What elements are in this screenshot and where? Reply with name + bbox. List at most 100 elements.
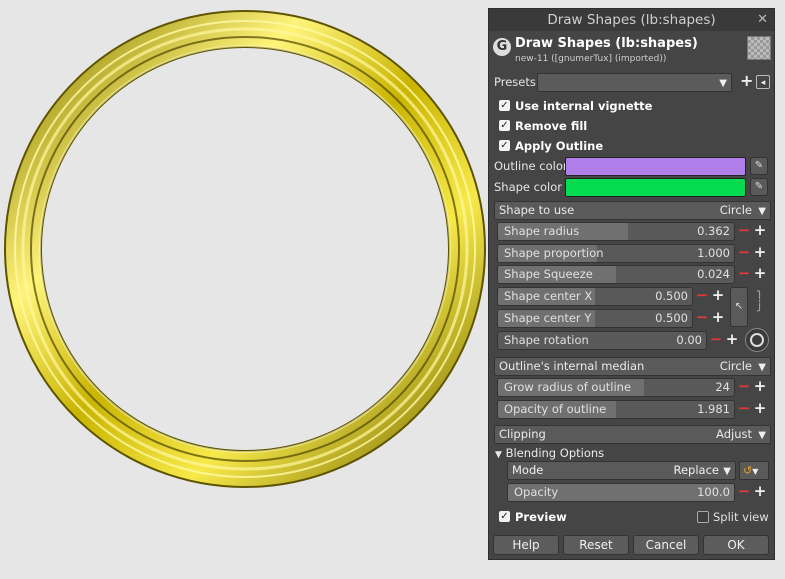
eyedropper-icon[interactable]: ✎ (750, 178, 768, 196)
slider-label: Shape radius (504, 224, 580, 238)
outline-color-label: Outline color (494, 159, 568, 173)
increase-icon[interactable]: + (753, 484, 767, 500)
checkbox-checked-icon[interactable]: ✓ (499, 120, 510, 131)
increase-icon[interactable]: + (753, 266, 767, 282)
presets-label: Presets: (494, 75, 540, 89)
slider-value: 0.500 (655, 289, 688, 303)
chevron-down-icon: ▼ (723, 466, 731, 477)
slider-label: Shape center X (504, 289, 593, 303)
checkbox-checked-icon[interactable]: ✓ (499, 100, 510, 111)
image-canvas[interactable] (0, 0, 488, 576)
rotation-dial-icon[interactable] (745, 328, 769, 352)
blend-mode-dropdown[interactable]: Mode Replace ▼ (507, 461, 736, 480)
chevron-down-icon: ▼ (719, 78, 727, 89)
chevron-down-icon: ▼ (758, 206, 766, 217)
shape-color-swatch[interactable] (565, 178, 746, 197)
chevron-down-icon: ▼ (758, 362, 766, 373)
checkbox-checked-icon[interactable]: ✓ (499, 511, 510, 522)
increase-icon[interactable]: + (753, 245, 767, 261)
remove-fill-label: Remove fill (515, 119, 588, 133)
preset-menu-icon[interactable]: ◂ (756, 75, 770, 89)
decrease-icon[interactable]: − (737, 401, 751, 417)
shape-center-y-slider[interactable]: Shape center Y 0.500 (497, 309, 693, 328)
slider-value: 1.000 (697, 246, 730, 260)
remove-fill-checkbox[interactable]: ✓ Remove fill (499, 119, 776, 135)
slider-label: Shape Squeeze (504, 267, 593, 281)
increase-icon[interactable]: + (725, 332, 739, 348)
blend-opacity-slider[interactable]: Opacity 100.0 (507, 483, 735, 502)
preview-label: Preview (515, 510, 567, 524)
slider-label: Shape center Y (504, 311, 592, 325)
add-preset-icon[interactable]: + (740, 71, 753, 90)
link-icon[interactable]: ╮ ┆ ╯ (757, 287, 762, 317)
slider-value: 0.024 (697, 267, 730, 281)
vignette-checkbox[interactable]: ✓ Use internal vignette (499, 99, 776, 115)
shape-to-use-value: Circle (719, 203, 752, 217)
apply-outline-label: Apply Outline (515, 139, 604, 153)
slider-label: Opacity (514, 485, 559, 499)
eyedropper-icon[interactable]: ✎ (750, 157, 768, 175)
slider-label: Grow radius of outline (504, 380, 632, 394)
clipping-dropdown[interactable]: Clipping Adjust ▼ (494, 425, 771, 444)
blend-mode-value: Replace (673, 463, 720, 477)
decrease-icon[interactable]: − (737, 484, 751, 500)
shape-color-row: Shape color ✎ (494, 178, 771, 198)
gold-ring-image (4, 10, 486, 488)
checkbox-unchecked-icon[interactable] (697, 511, 709, 523)
shape-proportion-slider[interactable]: Shape proportion 1.000 (497, 244, 735, 263)
window-titlebar[interactable]: Draw Shapes (lb:shapes) ✕ (489, 9, 774, 31)
slider-label: Shape rotation (504, 333, 589, 347)
apply-outline-checkbox[interactable]: ✓ Apply Outline (499, 139, 776, 155)
shape-radius-slider[interactable]: Shape radius 0.362 (497, 222, 735, 241)
ok-button[interactable]: OK (703, 535, 769, 555)
outline-median-dropdown[interactable]: Outline's internal median Circle ▼ (494, 357, 771, 376)
decrease-icon[interactable]: − (737, 379, 751, 395)
blending-title: Blending Options (505, 446, 605, 460)
increase-icon[interactable]: + (753, 379, 767, 395)
increase-icon[interactable]: + (711, 288, 725, 304)
opacity-outline-slider[interactable]: Opacity of outline 1.981 (497, 400, 735, 419)
slider-value: 0.00 (676, 333, 702, 347)
decrease-icon[interactable]: − (709, 332, 723, 348)
preview-checkbox[interactable]: ✓ Preview (499, 510, 619, 526)
outline-color-swatch[interactable] (565, 157, 746, 176)
close-icon[interactable]: ✕ (757, 9, 768, 31)
expand-triangle-icon: ▼ (495, 450, 502, 460)
slider-value: 0.500 (655, 311, 688, 325)
checkbox-checked-icon[interactable]: ✓ (499, 140, 510, 151)
clipping-value: Adjust (716, 427, 752, 441)
decrease-icon[interactable]: − (695, 310, 709, 326)
reset-button[interactable]: Reset (563, 535, 629, 555)
decrease-icon[interactable]: − (737, 245, 751, 261)
draw-shapes-dialog: Draw Shapes (lb:shapes) ✕ G Draw Shapes … (488, 8, 775, 560)
window-title: Draw Shapes (lb:shapes) (547, 12, 716, 28)
point-picker-button[interactable]: ↖ (730, 287, 748, 327)
reset-blend-button[interactable]: ↺▼ (739, 461, 769, 480)
shape-squeeze-slider[interactable]: Shape Squeeze 0.024 (497, 265, 735, 284)
cancel-button[interactable]: Cancel (633, 535, 699, 555)
shape-rotation-slider[interactable]: Shape rotation 0.00 (497, 331, 707, 350)
layer-thumbnail (747, 36, 771, 60)
decrease-icon[interactable]: − (695, 288, 709, 304)
slider-value: 0.362 (697, 224, 730, 238)
presets-row: Presets: ▼ + ◂ (494, 71, 771, 93)
slider-value: 1.981 (697, 402, 730, 416)
median-value: Circle (719, 359, 752, 373)
shape-to-use-label: Shape to use (499, 203, 575, 217)
decrease-icon[interactable]: − (737, 223, 751, 239)
increase-icon[interactable]: + (753, 401, 767, 417)
increase-icon[interactable]: + (711, 310, 725, 326)
presets-dropdown[interactable]: ▼ (537, 73, 732, 92)
shape-to-use-dropdown[interactable]: Shape to use Circle ▼ (494, 201, 771, 220)
shape-center-x-slider[interactable]: Shape center X 0.500 (497, 287, 693, 306)
clipping-label: Clipping (499, 427, 546, 441)
help-button[interactable]: Help (493, 535, 559, 555)
increase-icon[interactable]: + (753, 223, 767, 239)
median-label: Outline's internal median (499, 359, 645, 373)
decrease-icon[interactable]: − (737, 266, 751, 282)
split-view-checkbox[interactable]: Split view (697, 510, 777, 526)
vignette-label: Use internal vignette (515, 99, 653, 113)
blending-options-expander[interactable]: ▼ Blending Options (495, 446, 604, 460)
grow-radius-slider[interactable]: Grow radius of outline 24 (497, 378, 735, 397)
header-title: Draw Shapes (lb:shapes) (515, 36, 698, 51)
